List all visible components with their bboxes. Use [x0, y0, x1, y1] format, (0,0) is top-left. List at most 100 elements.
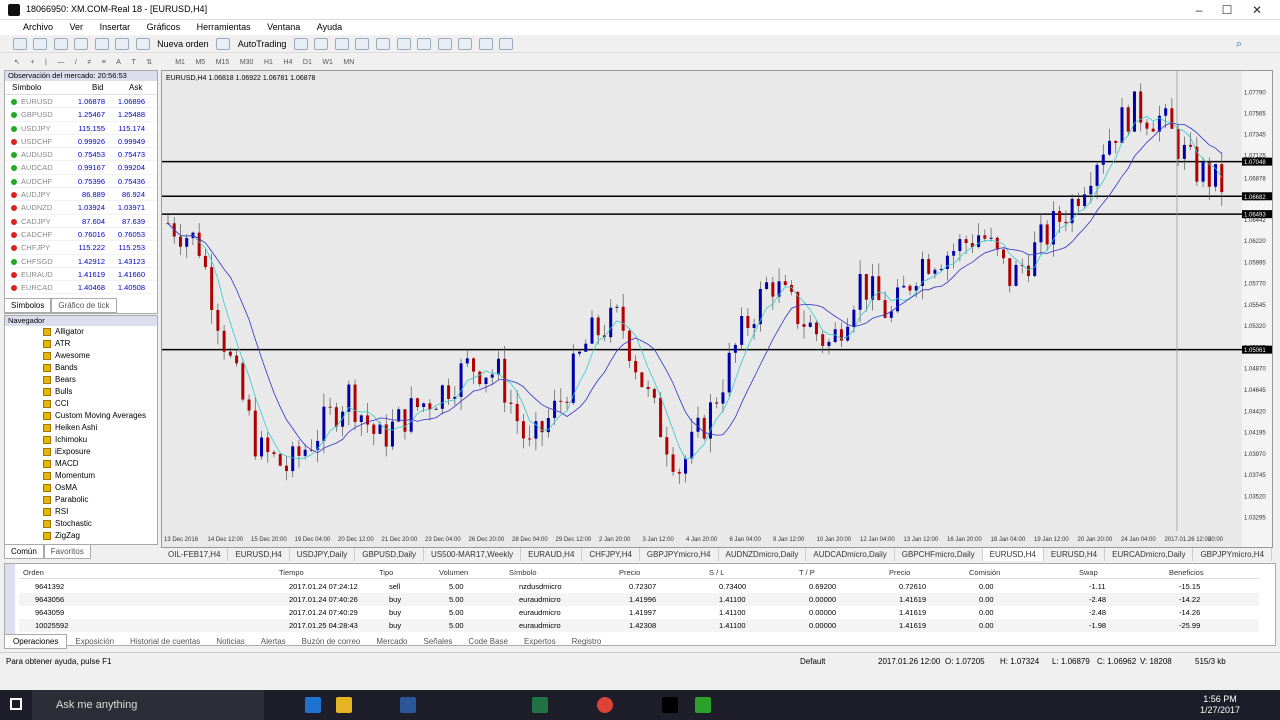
indicator-item[interactable]: Parabolic [5, 494, 157, 506]
chart-tab[interactable]: AUDNZDmicro,Daily [719, 548, 807, 561]
market-watch-row[interactable]: AUDJPY 86.889 86.924 [5, 188, 157, 202]
menu-archivo[interactable]: Archivo [16, 20, 60, 35]
excel-icon[interactable] [532, 697, 548, 713]
menu-ver[interactable]: Ver [63, 20, 91, 35]
tf-d1[interactable]: D1 [303, 59, 312, 66]
menu-insertar[interactable]: Insertar [93, 20, 138, 35]
tab-comun[interactable]: Común [4, 544, 44, 559]
chart-tab[interactable]: EURUSD,H4 [228, 548, 290, 561]
indicator-item[interactable]: Bears [5, 374, 157, 386]
cursor-icon[interactable]: ↖ [14, 58, 20, 66]
tf-m1[interactable]: M1 [175, 59, 185, 66]
navigator-icon[interactable] [94, 38, 109, 50]
indicator-item[interactable]: RSI [5, 506, 157, 518]
col-header[interactable]: T / P [799, 566, 815, 579]
order-row[interactable]: 9643059 2017.01.24 07:40:29 buy 5.00 euraudm… [19, 606, 1259, 619]
indicator-item[interactable]: Momentum [5, 470, 157, 482]
autotrading-button[interactable]: AutoTrading [235, 39, 290, 49]
terminal-tab[interactable]: Mercado [368, 635, 415, 648]
indicator-item[interactable]: Bands [5, 362, 157, 374]
minimize-button[interactable]: – [1185, 2, 1213, 18]
market-watch-row[interactable]: EURUSD 1.06878 1.06896 [5, 95, 157, 109]
col-header[interactable]: S / L [709, 566, 724, 579]
terminal-tab[interactable]: Code Base [460, 635, 516, 648]
terminal-tab[interactable]: Noticias [208, 635, 252, 648]
order-row[interactable]: 9643056 2017.01.24 07:40:26 buy 5.00 euraudm… [19, 593, 1259, 606]
edge-icon[interactable] [305, 697, 321, 713]
market-watch-icon[interactable] [53, 38, 68, 50]
start-icon[interactable] [10, 698, 22, 710]
chart-shift-icon[interactable] [437, 38, 452, 50]
tile-icon[interactable] [396, 38, 411, 50]
new-chart-icon[interactable] [12, 38, 27, 50]
mt4-icon[interactable] [695, 697, 711, 713]
market-watch-row[interactable]: AUDNZD 1.03924 1.03971 [5, 201, 157, 215]
tf-m15[interactable]: M15 [216, 59, 230, 66]
chart-tab[interactable]: EURCADmicro,Daily [1105, 548, 1194, 561]
profiles-icon[interactable] [33, 38, 48, 50]
indicator-item[interactable]: iExposure [5, 446, 157, 458]
cortana-search[interactable]: Ask me anything [32, 690, 264, 720]
trendline-icon[interactable]: / [75, 59, 77, 66]
fibonacci-icon[interactable]: ≡ [102, 59, 106, 66]
arrows-icon[interactable]: ⇅ [146, 58, 152, 66]
menu-graficos[interactable]: Gráficos [140, 20, 188, 35]
menu-herramientas[interactable]: Herramientas [190, 20, 258, 35]
terminal-tab[interactable]: Exposición [67, 635, 122, 648]
indicator-item[interactable]: CCI [5, 398, 157, 410]
indicator-item[interactable]: ZigZag [5, 530, 157, 542]
templates-icon[interactable] [499, 38, 514, 50]
chart-tab[interactable]: GBPCHFmicro,Daily [895, 548, 983, 561]
chart-tab[interactable]: EURUSD,H4 [1044, 548, 1106, 561]
price-chart[interactable]: EURUSD,H4 1.06818 1.06922 1.06781 1.0687… [161, 70, 1273, 548]
text-icon[interactable]: A [116, 59, 121, 66]
data-window-icon[interactable] [74, 38, 89, 50]
chart-tab[interactable]: EURUSD,H4 [982, 548, 1044, 561]
word-icon[interactable] [400, 697, 416, 713]
label-icon[interactable]: T [131, 59, 135, 66]
periods-icon[interactable] [478, 38, 493, 50]
indicator-item[interactable]: Custom Moving Averages [5, 410, 157, 422]
close-button[interactable]: ✕ [1243, 2, 1271, 18]
vertical-line-icon[interactable]: | [45, 59, 47, 66]
indicator-item[interactable]: MACD [5, 458, 157, 470]
candlestick-icon[interactable] [314, 38, 329, 50]
chart-tab[interactable]: CHFJPY,H4 [582, 548, 640, 561]
market-watch-row[interactable]: EURCAD 1.40468 1.40508 [5, 281, 157, 295]
terminal-tab[interactable]: Expertos [516, 635, 564, 648]
market-watch-row[interactable]: GBPUSD 1.25467 1.25488 [5, 108, 157, 122]
chart-tab[interactable]: EURAUD,H4 [521, 548, 583, 561]
col-header[interactable]: Símbolo [509, 566, 537, 579]
col-header[interactable]: Comisión [969, 566, 1000, 579]
zoom-out-icon[interactable] [375, 38, 390, 50]
tf-mn[interactable]: MN [343, 59, 354, 66]
market-watch-row[interactable]: AUDCAD 0.99167 0.99204 [5, 161, 157, 175]
candlestick-chart[interactable]: 1.077901.075651.073451.071251.068781.066… [162, 71, 1272, 547]
chart-tab[interactable]: GBPUSD,Daily [355, 548, 425, 561]
market-watch-row[interactable]: AUDUSD 0.75453 0.75473 [5, 148, 157, 162]
chart-tab[interactable]: GBPJPYmicro,H4 [640, 548, 719, 561]
taskbar-clock[interactable]: 1:56 PM 1/27/2017 [1200, 694, 1240, 716]
terminal-tab[interactable]: Operaciones [4, 634, 68, 649]
order-row[interactable]: 10025592 2017.01.25 04:28:43 buy 5.00 euraud… [19, 619, 1259, 632]
market-watch-row[interactable]: EURAUD 1.41619 1.41660 [5, 268, 157, 282]
terminal-tab[interactable]: Buzón de correo [294, 635, 369, 648]
tab-grafico-tick[interactable]: Gráfico de tick [51, 298, 117, 313]
explorer-icon[interactable] [336, 697, 352, 713]
indicator-item[interactable]: Heiken Ashi [5, 422, 157, 434]
menu-ayuda[interactable]: Ayuda [310, 20, 349, 35]
tab-favoritos[interactable]: Favoritos [43, 544, 91, 559]
chart-tab[interactable]: AUDUSD [1272, 548, 1273, 561]
terminal-tab[interactable]: Historial de cuentas [122, 635, 208, 648]
indicator-item[interactable]: OsMA [5, 482, 157, 494]
col-header[interactable]: Volumen [439, 566, 468, 579]
horizontal-line-icon[interactable]: — [57, 59, 64, 66]
terminal-tab[interactable]: Alertas [253, 635, 294, 648]
col-header[interactable]: Tipo [379, 566, 393, 579]
chrome-icon[interactable] [597, 697, 613, 713]
market-watch-row[interactable]: CADCHF 0.76016 0.76053 [5, 228, 157, 242]
chart-tab[interactable]: AUDCADmicro,Daily [806, 548, 895, 561]
tf-m30[interactable]: M30 [240, 59, 254, 66]
indicator-item[interactable]: Alligator [5, 326, 157, 338]
zoom-in-icon[interactable] [355, 38, 370, 50]
